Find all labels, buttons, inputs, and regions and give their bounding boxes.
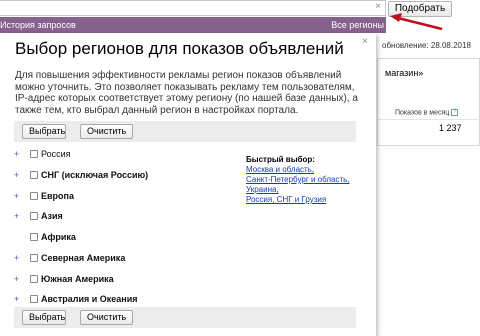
bottom-button-bar: Выбрать Очистить <box>14 307 356 328</box>
region-checkbox[interactable] <box>30 275 38 283</box>
divider <box>378 119 480 120</box>
region-label[interactable]: Азия <box>41 210 63 222</box>
region-label[interactable]: Южная Америка <box>41 273 114 285</box>
region-label[interactable]: Россия <box>41 148 71 160</box>
impressions-value: 1 237 <box>439 123 462 133</box>
quick-link-ukraine[interactable]: Украина, <box>246 185 350 195</box>
region-checkbox[interactable] <box>30 233 38 241</box>
quick-link-moscow[interactable]: Москва и область, <box>246 165 350 175</box>
select-button-top[interactable]: Выбрать <box>22 124 66 139</box>
expand-icon[interactable]: + <box>14 273 19 285</box>
search-input[interactable] <box>0 0 386 16</box>
quick-link-spb[interactable]: Санкт-Петербург и область, <box>246 175 350 185</box>
result-title: магазин» <box>385 68 424 78</box>
region-checkbox[interactable] <box>30 171 38 179</box>
close-icon[interactable]: × <box>372 1 384 13</box>
modal-description: Для повышения эффективности рекламы реги… <box>15 70 358 116</box>
update-date: обновление: 28.08.2018 <box>382 41 471 50</box>
history-link[interactable]: История запросов <box>0 17 76 33</box>
expand-icon[interactable]: + <box>14 190 19 202</box>
region-checkbox[interactable] <box>30 212 38 220</box>
column-header-label: Показов в месяц <box>395 109 450 117</box>
region-label[interactable]: Австралия и Океания <box>41 293 138 305</box>
help-icon[interactable]: ? <box>451 109 459 116</box>
expand-icon[interactable]: + <box>14 148 19 160</box>
select-button-bottom[interactable]: Выбрать <box>22 310 66 325</box>
top-search-bar: × Подобрать История запросов Все регионы <box>0 0 480 33</box>
expand-icon[interactable]: + <box>14 293 19 305</box>
region-checkbox[interactable] <box>30 254 38 262</box>
quick-select: Быстрый выбор: Москва и область, Санкт-П… <box>246 155 350 205</box>
quick-select-title: Быстрый выбор: <box>246 155 315 164</box>
clear-button-top[interactable]: Очистить <box>80 124 133 139</box>
region-label[interactable]: СНГ (исключая Россию) <box>41 169 148 181</box>
modal-title: Выбор регионов для показов объявлений <box>15 39 344 58</box>
region-checkbox[interactable] <box>30 295 38 303</box>
region-checkbox[interactable] <box>30 192 38 200</box>
region-label[interactable]: Северная Америка <box>41 252 125 264</box>
region-label[interactable]: Африка <box>41 231 76 243</box>
column-header: Показов в месяц ? <box>395 109 459 117</box>
regions-link[interactable]: Все регионы <box>331 17 384 33</box>
clear-button-bottom[interactable]: Очистить <box>80 310 133 325</box>
modal-close-icon[interactable]: × <box>362 36 368 47</box>
expand-icon[interactable]: + <box>14 252 19 264</box>
top-button-bar: Выбрать Очистить <box>14 121 356 142</box>
annotation-arrow-icon <box>390 13 443 31</box>
region-checkbox[interactable] <box>30 150 38 158</box>
expand-icon[interactable]: + <box>14 169 19 181</box>
quick-link-russia-cis-georgia[interactable]: Россия, СНГ и Грузия <box>246 195 350 205</box>
expand-icon[interactable]: + <box>14 210 19 222</box>
region-label[interactable]: Европа <box>41 190 74 202</box>
